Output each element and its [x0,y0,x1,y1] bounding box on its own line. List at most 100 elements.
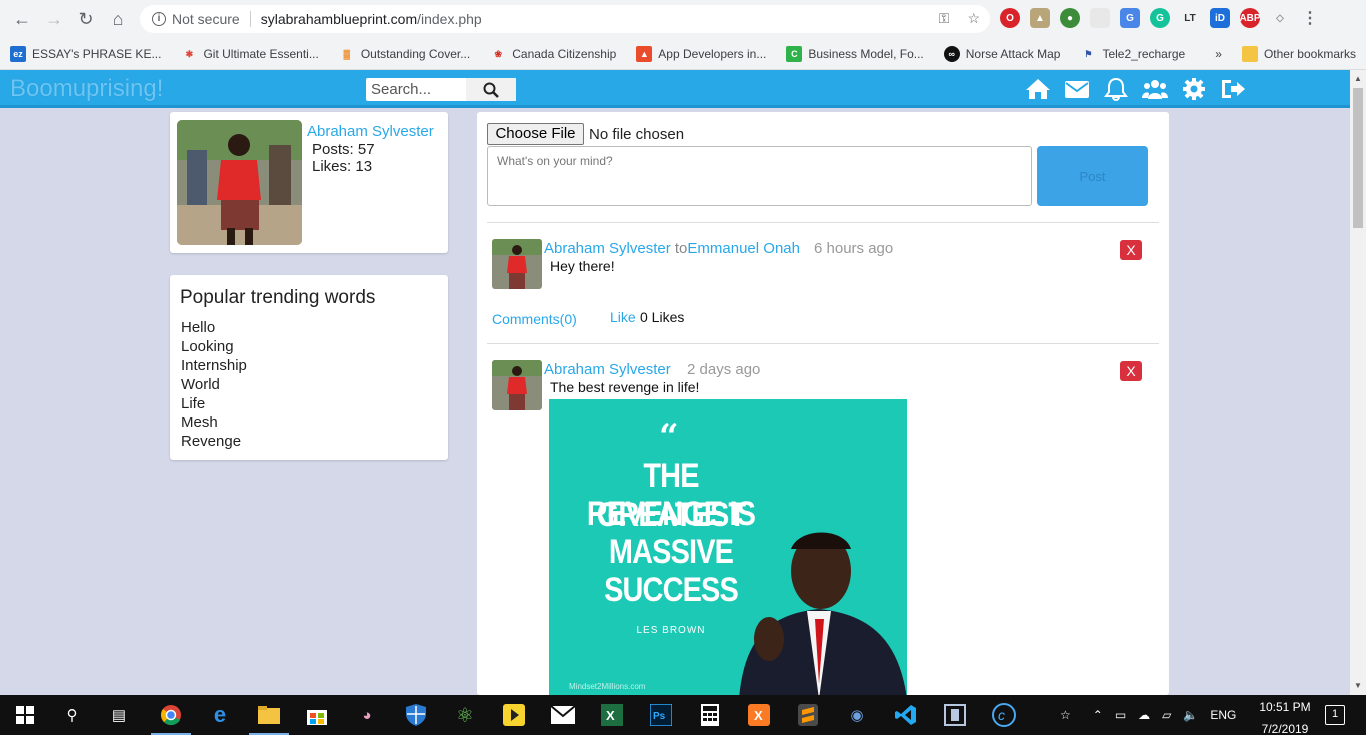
settings-icon[interactable] [1181,77,1207,101]
choose-file-button[interactable]: Choose File [487,123,584,145]
home-icon[interactable]: ⌂ [102,3,134,35]
trending-word[interactable]: Looking [181,337,247,356]
bookmark-extension-icon[interactable]: ▲ [1030,8,1050,28]
paint-icon[interactable]: ◕ [355,703,379,727]
post-author[interactable]: Abraham Sylvester [544,361,671,378]
star-icon[interactable]: ☆ [967,10,980,27]
lt-extension-icon[interactable]: LT [1180,8,1200,28]
bookmark-item[interactable]: ❀ Canada Citizenship [480,46,626,62]
post-author[interactable]: Abraham Sylvester toEmmanuel Onah [544,240,800,257]
search-icon [483,82,499,98]
trending-word[interactable]: Revenge [181,432,247,451]
notifications-icon[interactable] [1103,77,1129,101]
trending-word[interactable]: World [181,375,247,394]
bookmark-item[interactable]: C Business Model, Fo... [776,45,933,62]
post-image[interactable]: “ THE GREATEST REVENGE IS MASSIVE SUCCES… [549,399,907,695]
xampp-icon[interactable]: X [747,703,771,727]
post-time: 6 hours ago [814,240,894,257]
menu-icon[interactable]: ⋮ [1300,8,1320,28]
calculator-icon[interactable] [698,703,722,727]
translate-extension-icon[interactable]: G [1120,8,1140,28]
trending-word[interactable]: Internship [181,356,247,375]
security-app-icon[interactable] [404,703,428,727]
comments-link[interactable]: Comments(0) [492,311,577,327]
post-avatar[interactable] [492,239,542,289]
vscode-icon[interactable] [894,703,918,727]
windows-taskbar: ⚲ ▤ e ◕ ⚛ X Ps X ◉ c ☆ ⌃ ▭ ☁ ▱ 🔈 ENG 10:… [0,695,1366,735]
post-button[interactable]: Post [1037,146,1148,206]
friends-icon[interactable] [1142,77,1168,101]
profile-photo[interactable] [177,120,302,245]
cloud-icon[interactable]: ☁ [1138,708,1150,722]
delete-post-button[interactable]: X [1120,240,1142,260]
messages-icon[interactable] [1064,77,1090,101]
notifications-icon[interactable]: 1 [1325,705,1345,725]
c-app-icon[interactable]: c [992,703,1016,727]
divider [487,222,1159,223]
reload-icon[interactable]: ↻ [70,3,102,35]
bookmark-item[interactable]: ∞ Norse Attack Map [934,45,1071,62]
language-indicator[interactable]: ENG [1210,708,1236,722]
search-button[interactable] [466,78,516,101]
blank-extension-icon[interactable] [1090,8,1110,28]
post-recipient[interactable]: Emmanuel Onah [687,240,800,257]
trending-list: Hello Looking Internship World Life Mesh… [181,318,247,451]
trending-word[interactable]: Life [181,394,247,413]
file-explorer-icon[interactable] [257,703,281,727]
page-scrollbar[interactable]: ▲ ▼ [1350,70,1366,695]
bookmark-item[interactable]: ▲ App Developers in... [626,45,776,62]
trending-word[interactable]: Hello [181,318,247,337]
bookmark-item[interactable]: ▓ Outstanding Cover... [329,46,480,62]
home-nav-icon[interactable] [1025,77,1051,101]
chrome-icon[interactable] [159,703,183,727]
search-taskbar-icon[interactable]: ⚲ [60,703,84,727]
task-view-icon[interactable]: ▤ [107,703,131,727]
vm-icon[interactable] [943,703,967,727]
bookmark-item[interactable]: ⚑ Tele2_recharge [1070,46,1195,62]
clock[interactable]: 10:51 PM 7/2/2019 [1250,699,1320,735]
profile-name[interactable]: Abraham Sylvester [307,123,434,140]
chevron-up-icon[interactable]: ⌃ [1093,708,1103,722]
other-bookmarks[interactable]: Other bookmarks [1232,45,1366,62]
bookmark-item[interactable]: ✱ Git Ultimate Essenti... [171,46,328,62]
battery-icon[interactable]: ▭ [1115,708,1126,722]
volume-icon[interactable]: 🔈 [1183,708,1198,722]
people-icon[interactable]: ☆ [1060,708,1071,722]
bookmark-item[interactable]: ez ESSAY's PHRASE KE... [0,45,171,62]
edge-icon[interactable]: e [208,702,232,727]
puzzle-extension-icon[interactable]: ◇ [1270,8,1290,28]
like-button[interactable]: Like [610,309,636,325]
player-icon[interactable] [502,703,526,727]
search-input[interactable]: Search... [366,78,466,101]
scroll-down-icon[interactable]: ▼ [1354,681,1362,690]
id-extension-icon[interactable]: iD [1210,8,1230,28]
bookmarks-more[interactable]: » [1205,47,1232,61]
address-bar[interactable]: i Not secure sylabrahamblueprint.com/ind… [140,5,990,33]
site-brand[interactable]: Boomuprising! [10,75,163,103]
forward-icon[interactable]: → [38,3,70,35]
back-icon[interactable]: ← [6,3,38,35]
excel-icon[interactable]: X [600,703,624,727]
windows-start-icon[interactable] [13,703,37,727]
grammarly-extension-icon[interactable]: G [1150,8,1170,28]
photoshop-icon[interactable]: Ps [649,703,673,727]
trending-word[interactable]: Mesh [181,413,247,432]
post-textarea[interactable]: What's on your mind? [487,146,1032,206]
post-avatar[interactable] [492,360,542,410]
key-icon[interactable]: ⚿ [939,10,950,27]
opera-extension-icon[interactable]: O [1000,8,1020,28]
wifi-icon[interactable]: ▱ [1162,708,1171,722]
globe-extension-icon[interactable]: ● [1060,8,1080,28]
scroll-up-icon[interactable]: ▲ [1354,74,1362,83]
sublime-icon[interactable] [796,703,820,727]
mail-icon[interactable] [551,703,575,727]
delete-post-button[interactable]: X [1120,361,1142,381]
app-icon[interactable]: ◉ [845,703,869,727]
store-icon[interactable] [305,703,329,727]
adblock-extension-icon[interactable]: ABP [1239,8,1261,28]
scrollbar-thumb[interactable] [1353,88,1363,228]
quote-mark: “ [659,417,679,457]
logout-icon[interactable] [1220,77,1246,101]
atom-icon[interactable]: ⚛ [453,703,477,727]
info-icon[interactable]: i [152,12,166,26]
